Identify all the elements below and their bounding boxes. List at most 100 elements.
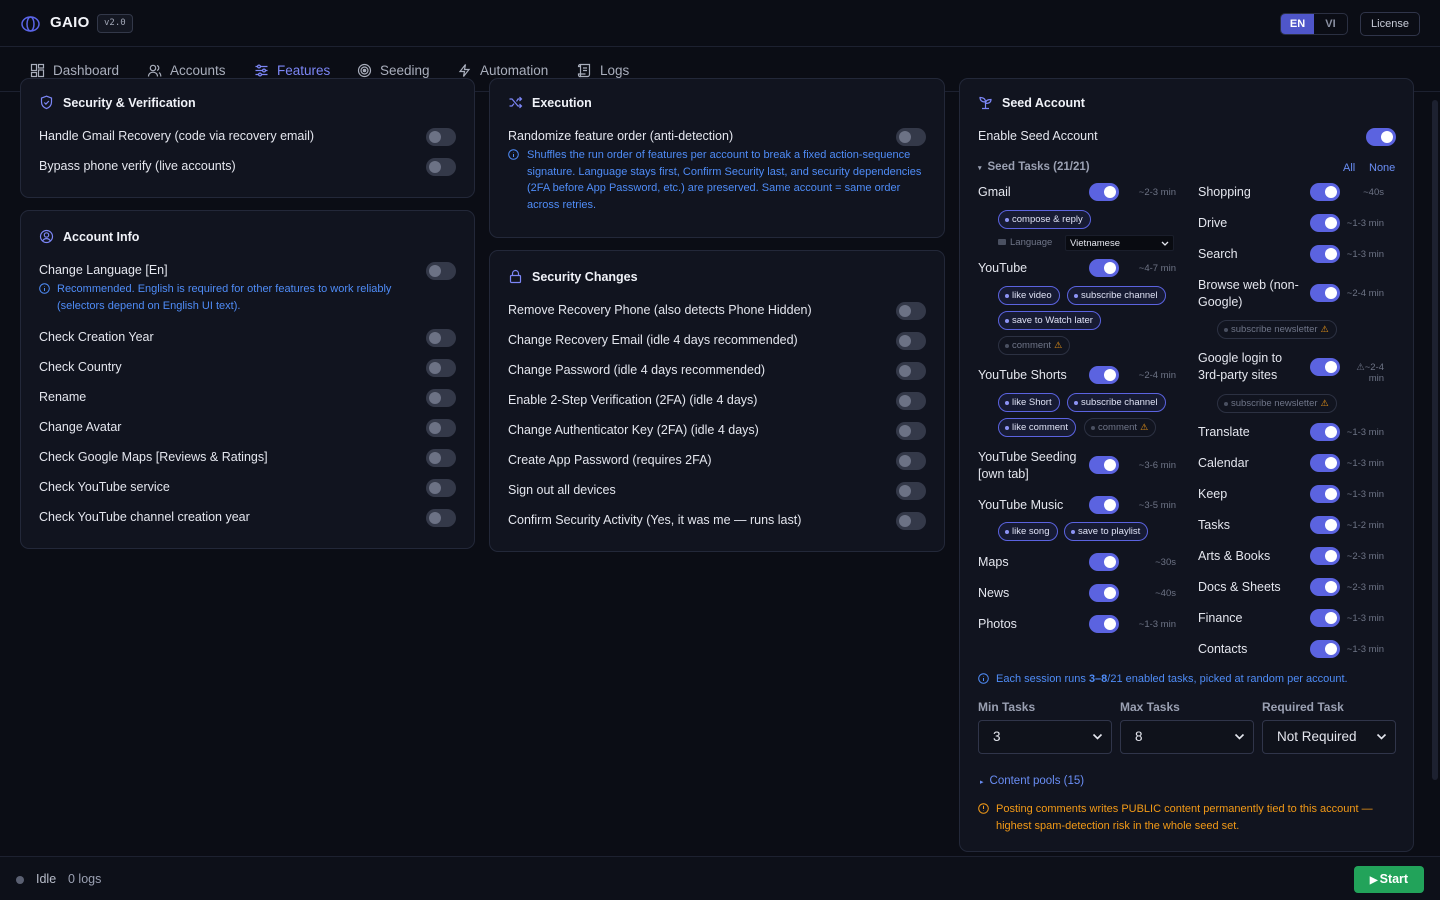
task-docs-toggle[interactable]: [1310, 578, 1340, 596]
chevron-down-icon: [1161, 241, 1169, 246]
task-news-toggle[interactable]: [1089, 584, 1119, 602]
chip-compose-reply[interactable]: compose & reply: [998, 210, 1091, 229]
task-keep-toggle[interactable]: [1310, 485, 1340, 503]
rename-label: Rename: [39, 390, 87, 404]
check-country-toggle[interactable]: [426, 359, 456, 377]
select-none-button[interactable]: None: [1369, 162, 1395, 174]
task-contacts-label: Contacts: [1198, 642, 1248, 656]
task-youtube-label: YouTube: [978, 261, 1028, 275]
task-drive-toggle[interactable]: [1310, 214, 1340, 232]
start-button[interactable]: ▶ Start: [1354, 866, 1424, 893]
task-calendar-toggle[interactable]: [1310, 454, 1340, 472]
task-calendar-label: Calendar: [1198, 456, 1249, 470]
chip-browse-newsletter[interactable]: subscribe newsletter ⚠: [1217, 320, 1337, 339]
task-contacts-toggle[interactable]: [1310, 640, 1340, 658]
task-tasks-label: Tasks: [1198, 518, 1230, 532]
gmail-recovery-toggle[interactable]: [426, 128, 456, 146]
change-recovery-email-toggle[interactable]: [896, 332, 926, 350]
change-password-toggle[interactable]: [896, 362, 926, 380]
check-channel-year-toggle[interactable]: [426, 509, 456, 527]
change-language-toggle[interactable]: [426, 262, 456, 280]
rename-toggle[interactable]: [426, 389, 456, 407]
tab-label: Dashboard: [53, 62, 120, 78]
check-youtube-label: Check YouTube service: [39, 480, 170, 494]
chip-login-newsletter[interactable]: subscribe newsletter ⚠: [1217, 394, 1337, 413]
create-app-password-toggle[interactable]: [896, 452, 926, 470]
chip-like-song[interactable]: like song: [998, 522, 1058, 541]
required-task-select[interactable]: Not Required: [1262, 720, 1396, 754]
enable-2fa-label: Enable 2-Step Verification (2FA) (idle 4…: [508, 393, 758, 407]
task-finance-est: ~1-3 min: [1346, 613, 1384, 624]
check-youtube-toggle[interactable]: [426, 479, 456, 497]
chip-like-comment[interactable]: like comment: [998, 418, 1076, 437]
chip-subscribe-channel[interactable]: subscribe channel: [1067, 286, 1166, 305]
task-finance-toggle[interactable]: [1310, 609, 1340, 627]
change-avatar-toggle[interactable]: [426, 419, 456, 437]
task-arts-est: ~2-3 min: [1346, 551, 1384, 562]
security-changes-title: Security Changes: [532, 269, 638, 284]
check-creation-year-label: Check Creation Year: [39, 330, 154, 344]
task-gmail-toggle[interactable]: [1089, 183, 1119, 201]
check-maps-toggle[interactable]: [426, 449, 456, 467]
license-button[interactable]: License: [1360, 12, 1420, 36]
sliders-icon: [255, 63, 268, 77]
chevron-down-icon: [1376, 733, 1387, 740]
chip-save-watch-later[interactable]: save to Watch later: [998, 311, 1101, 330]
sign-out-devices-toggle[interactable]: [896, 482, 926, 500]
select-all-button[interactable]: All: [1343, 162, 1355, 174]
task-arts-toggle[interactable]: [1310, 547, 1340, 565]
tab-label: Seeding: [380, 62, 430, 78]
randomize-toggle[interactable]: [896, 128, 926, 146]
chevron-down-icon: [1234, 733, 1245, 740]
task-shopping-label: Shopping: [1198, 185, 1251, 199]
task-keep-est: ~1-3 min: [1346, 489, 1384, 500]
task-music-est: ~3-5 min: [1138, 500, 1176, 511]
change-avatar-label: Change Avatar: [39, 420, 122, 434]
seed-tasks-header[interactable]: ▾ Seed Tasks (21/21): [978, 161, 1090, 173]
task-tasks-toggle[interactable]: [1310, 516, 1340, 534]
execution-card: Execution Randomize feature order (anti-…: [489, 78, 945, 238]
task-gmail-est: ~2-3 min: [1138, 187, 1176, 198]
min-tasks-select[interactable]: 3: [978, 720, 1112, 754]
shield-icon: [40, 95, 53, 110]
bypass-phone-toggle[interactable]: [426, 158, 456, 176]
task-maps-toggle[interactable]: [1089, 553, 1119, 571]
task-shorts-toggle[interactable]: [1089, 366, 1119, 384]
remove-recovery-phone-toggle[interactable]: [896, 302, 926, 320]
change-language-label: Change Language [En]: [39, 263, 168, 277]
lang-en-button[interactable]: EN: [1281, 14, 1314, 34]
task-music-toggle[interactable]: [1089, 496, 1119, 514]
change-authenticator-toggle[interactable]: [896, 422, 926, 440]
chip-shorts-subscribe[interactable]: subscribe channel: [1067, 393, 1166, 412]
task-search-toggle[interactable]: [1310, 245, 1340, 263]
logo-icon: [21, 16, 40, 32]
language-select[interactable]: Vietnamese: [1065, 235, 1174, 251]
confirm-security-toggle[interactable]: [896, 512, 926, 530]
enable-seed-toggle[interactable]: [1366, 128, 1396, 146]
seed-account-card: Seed Account Enable Seed Account ▾ Seed T…: [959, 78, 1414, 852]
task-google-login-toggle[interactable]: [1310, 358, 1340, 376]
version-badge: v2.0: [97, 14, 133, 33]
content-pools-toggle[interactable]: ▸ Content pools (15): [980, 775, 1084, 787]
chip-youtube-comment[interactable]: comment ⚠: [998, 336, 1071, 355]
lang-vi-button[interactable]: VI: [1314, 14, 1347, 34]
chip-like-video[interactable]: like video: [998, 286, 1060, 305]
info-icon: [978, 673, 989, 684]
chip-shorts-comment[interactable]: comment ⚠: [1084, 418, 1157, 437]
check-creation-year-toggle[interactable]: [426, 329, 456, 347]
task-contacts-est: ~1-3 min: [1346, 644, 1384, 655]
chip-like-short[interactable]: like Short: [998, 393, 1060, 412]
chip-save-playlist[interactable]: save to playlist: [1064, 522, 1149, 541]
task-yt-seeding-toggle[interactable]: [1089, 456, 1119, 474]
task-photos-toggle[interactable]: [1089, 615, 1119, 633]
task-youtube-toggle[interactable]: [1089, 259, 1119, 277]
enable-2fa-toggle[interactable]: [896, 392, 926, 410]
shuffle-icon: [509, 96, 523, 109]
task-browse-toggle[interactable]: [1310, 284, 1340, 302]
session-note: Each session runs 3–8/21 enabled tasks, …: [978, 671, 1398, 688]
task-shopping-toggle[interactable]: [1310, 183, 1340, 201]
scrollbar[interactable]: [1432, 100, 1438, 780]
max-tasks-select[interactable]: 8: [1120, 720, 1254, 754]
task-translate-toggle[interactable]: [1310, 423, 1340, 441]
sign-out-devices-label: Sign out all devices: [508, 483, 616, 497]
